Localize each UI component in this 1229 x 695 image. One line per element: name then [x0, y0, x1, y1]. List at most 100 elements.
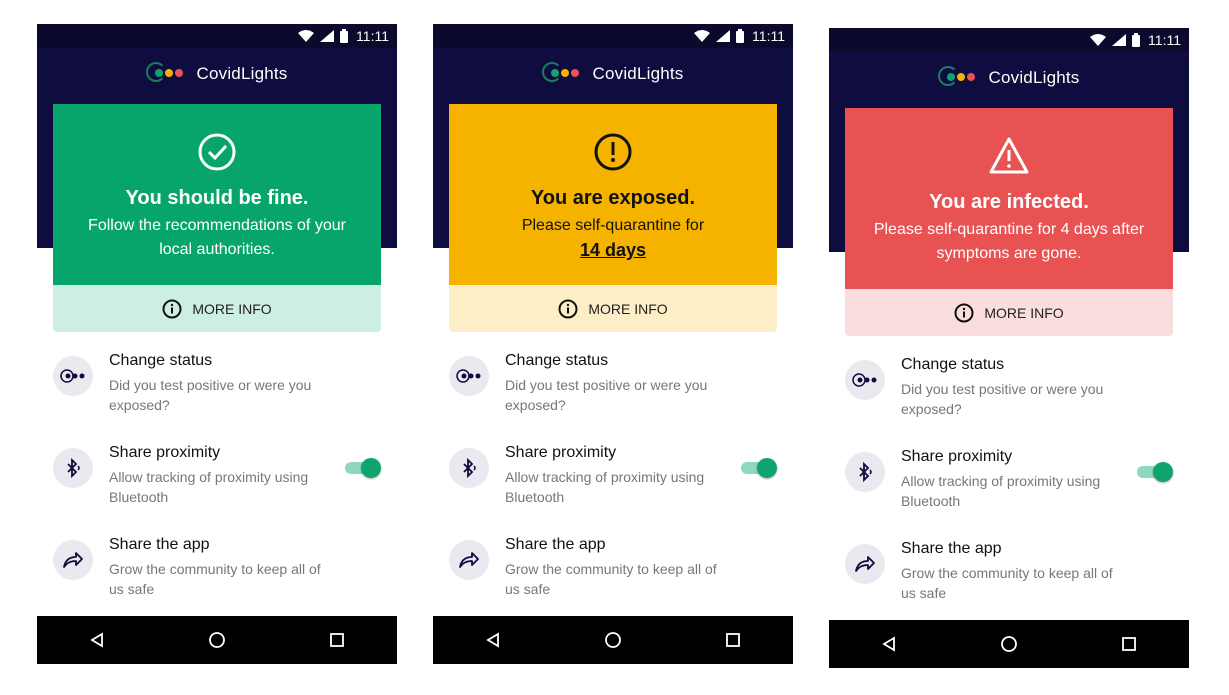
- settings-list: Change status Did you test positive or w…: [449, 350, 777, 626]
- item-description: Did you test positive or were you expose…: [505, 377, 708, 413]
- recents-square-icon: [330, 633, 344, 647]
- status-bar: 11:11: [433, 24, 793, 48]
- back-button[interactable]: [869, 624, 909, 664]
- proximity-toggle[interactable]: [345, 458, 381, 478]
- item-description: Allow tracking of proximity using Blueto…: [901, 473, 1101, 509]
- back-triangle-icon: [882, 636, 895, 652]
- home-button[interactable]: [197, 620, 237, 660]
- share-arrow-icon: [53, 540, 93, 580]
- share-app-item[interactable]: Share the app Grow the community to keep…: [449, 534, 777, 626]
- info-icon: [954, 303, 974, 322]
- app-name: CovidLights: [196, 64, 288, 83]
- status-bar: 11:11: [829, 28, 1189, 52]
- item-description: Grow the community to keep all of us saf…: [505, 561, 717, 597]
- share-proximity-item: Share proximity Allow tracking of proxim…: [449, 442, 777, 534]
- clock: 11:11: [356, 28, 389, 44]
- share-app-item[interactable]: Share the app Grow the community to keep…: [53, 534, 381, 626]
- item-description: Grow the community to keep all of us saf…: [901, 565, 1113, 601]
- recents-button[interactable]: [317, 620, 357, 660]
- home-button[interactable]: [989, 624, 1029, 664]
- item-title: Share proximity: [505, 444, 617, 461]
- more-info-button[interactable]: MORE INFO: [845, 289, 1173, 336]
- back-triangle-icon: [90, 632, 103, 648]
- clock: 11:11: [752, 28, 785, 44]
- item-title: Share the app: [505, 536, 606, 553]
- recents-button[interactable]: [713, 620, 753, 660]
- bluetooth-icon: [53, 448, 93, 488]
- check-circle-icon: [198, 133, 236, 171]
- app-name: CovidLights: [592, 64, 684, 83]
- status-title: You are exposed.: [530, 187, 696, 209]
- share-app-item[interactable]: Share the app Grow the community to keep…: [845, 538, 1173, 630]
- recents-square-icon: [1122, 637, 1136, 651]
- app-name: CovidLights: [988, 68, 1080, 87]
- proximity-toggle[interactable]: [741, 458, 777, 478]
- bluetooth-icon: [845, 452, 885, 492]
- bluetooth-icon: [449, 448, 489, 488]
- share-proximity-item: Share proximity Allow tracking of proxim…: [53, 442, 381, 534]
- back-triangle-icon: [486, 632, 499, 648]
- traffic-lights-icon: [53, 356, 93, 396]
- phone-screen-infected: 11:11 CovidLights You are infected. Plea…: [829, 28, 1189, 668]
- system-nav-bar: [37, 616, 397, 664]
- wifi-icon: [694, 30, 711, 42]
- signal-icon: [716, 30, 731, 42]
- status-card: You are infected. Please self-quarantine…: [845, 108, 1173, 289]
- settings-list: Change status Did you test positive or w…: [845, 354, 1173, 630]
- status-message: Follow the recommendations of your local…: [88, 217, 346, 258]
- item-title: Change status: [901, 356, 1005, 373]
- change-status-item[interactable]: Change status Did you test positive or w…: [53, 350, 381, 442]
- phone-screen-exposed: 11:11 CovidLights You are exposed. Pleas…: [433, 24, 793, 664]
- signal-icon: [1112, 34, 1127, 46]
- status-title: You should be fine.: [125, 187, 309, 209]
- share-arrow-icon: [845, 544, 885, 584]
- proximity-toggle[interactable]: [1137, 462, 1173, 482]
- logo-icon: [938, 66, 980, 90]
- settings-list: Change status Did you test positive or w…: [53, 350, 381, 626]
- status-title: You are infected.: [929, 191, 1089, 213]
- change-status-item[interactable]: Change status Did you test positive or w…: [449, 350, 777, 442]
- traffic-lights-icon: [845, 360, 885, 400]
- share-proximity-item: Share proximity Allow tracking of proxim…: [845, 446, 1173, 538]
- item-title: Share the app: [109, 536, 210, 553]
- clock: 11:11: [1148, 32, 1181, 48]
- info-icon: [558, 299, 578, 318]
- more-info-label: MORE INFO: [984, 304, 1064, 321]
- status-message: Please self-quarantine for 4 days after …: [873, 221, 1145, 262]
- item-description: Allow tracking of proximity using Blueto…: [109, 469, 309, 505]
- back-button[interactable]: [77, 620, 117, 660]
- quarantine-days: 14 days: [579, 240, 647, 260]
- wifi-icon: [298, 30, 315, 42]
- home-circle-icon: [605, 632, 621, 648]
- change-status-item[interactable]: Change status Did you test positive or w…: [845, 354, 1173, 446]
- logo-icon: [146, 62, 188, 86]
- exclamation-circle-icon: [594, 133, 632, 171]
- warning-triangle-icon: [989, 137, 1029, 174]
- item-description: Allow tracking of proximity using Blueto…: [505, 469, 705, 505]
- recents-button[interactable]: [1109, 624, 1149, 664]
- system-nav-bar: [433, 616, 793, 664]
- item-description: Did you test positive or were you expose…: [109, 377, 312, 413]
- back-button[interactable]: [473, 620, 513, 660]
- battery-icon: [340, 29, 349, 43]
- home-circle-icon: [209, 632, 225, 648]
- system-nav-bar: [829, 620, 1189, 668]
- status-card: You should be fine. Follow the recommend…: [53, 104, 381, 285]
- home-button[interactable]: [593, 620, 633, 660]
- info-icon: [162, 299, 182, 318]
- item-description: Grow the community to keep all of us saf…: [109, 561, 321, 597]
- signal-icon: [320, 30, 335, 42]
- item-description: Did you test positive or were you expose…: [901, 381, 1104, 417]
- battery-icon: [736, 29, 745, 43]
- share-arrow-icon: [449, 540, 489, 580]
- logo-icon: [542, 62, 584, 86]
- home-circle-icon: [1001, 636, 1017, 652]
- more-info-label: MORE INFO: [192, 300, 272, 317]
- traffic-lights-icon: [449, 356, 489, 396]
- phone-screen-fine: 11:11 CovidLights You should be fine. Fo…: [37, 24, 397, 664]
- status-bar: 11:11: [37, 24, 397, 48]
- more-info-button[interactable]: MORE INFO: [53, 285, 381, 332]
- recents-square-icon: [726, 633, 740, 647]
- more-info-button[interactable]: MORE INFO: [449, 285, 777, 332]
- more-info-label: MORE INFO: [588, 300, 668, 317]
